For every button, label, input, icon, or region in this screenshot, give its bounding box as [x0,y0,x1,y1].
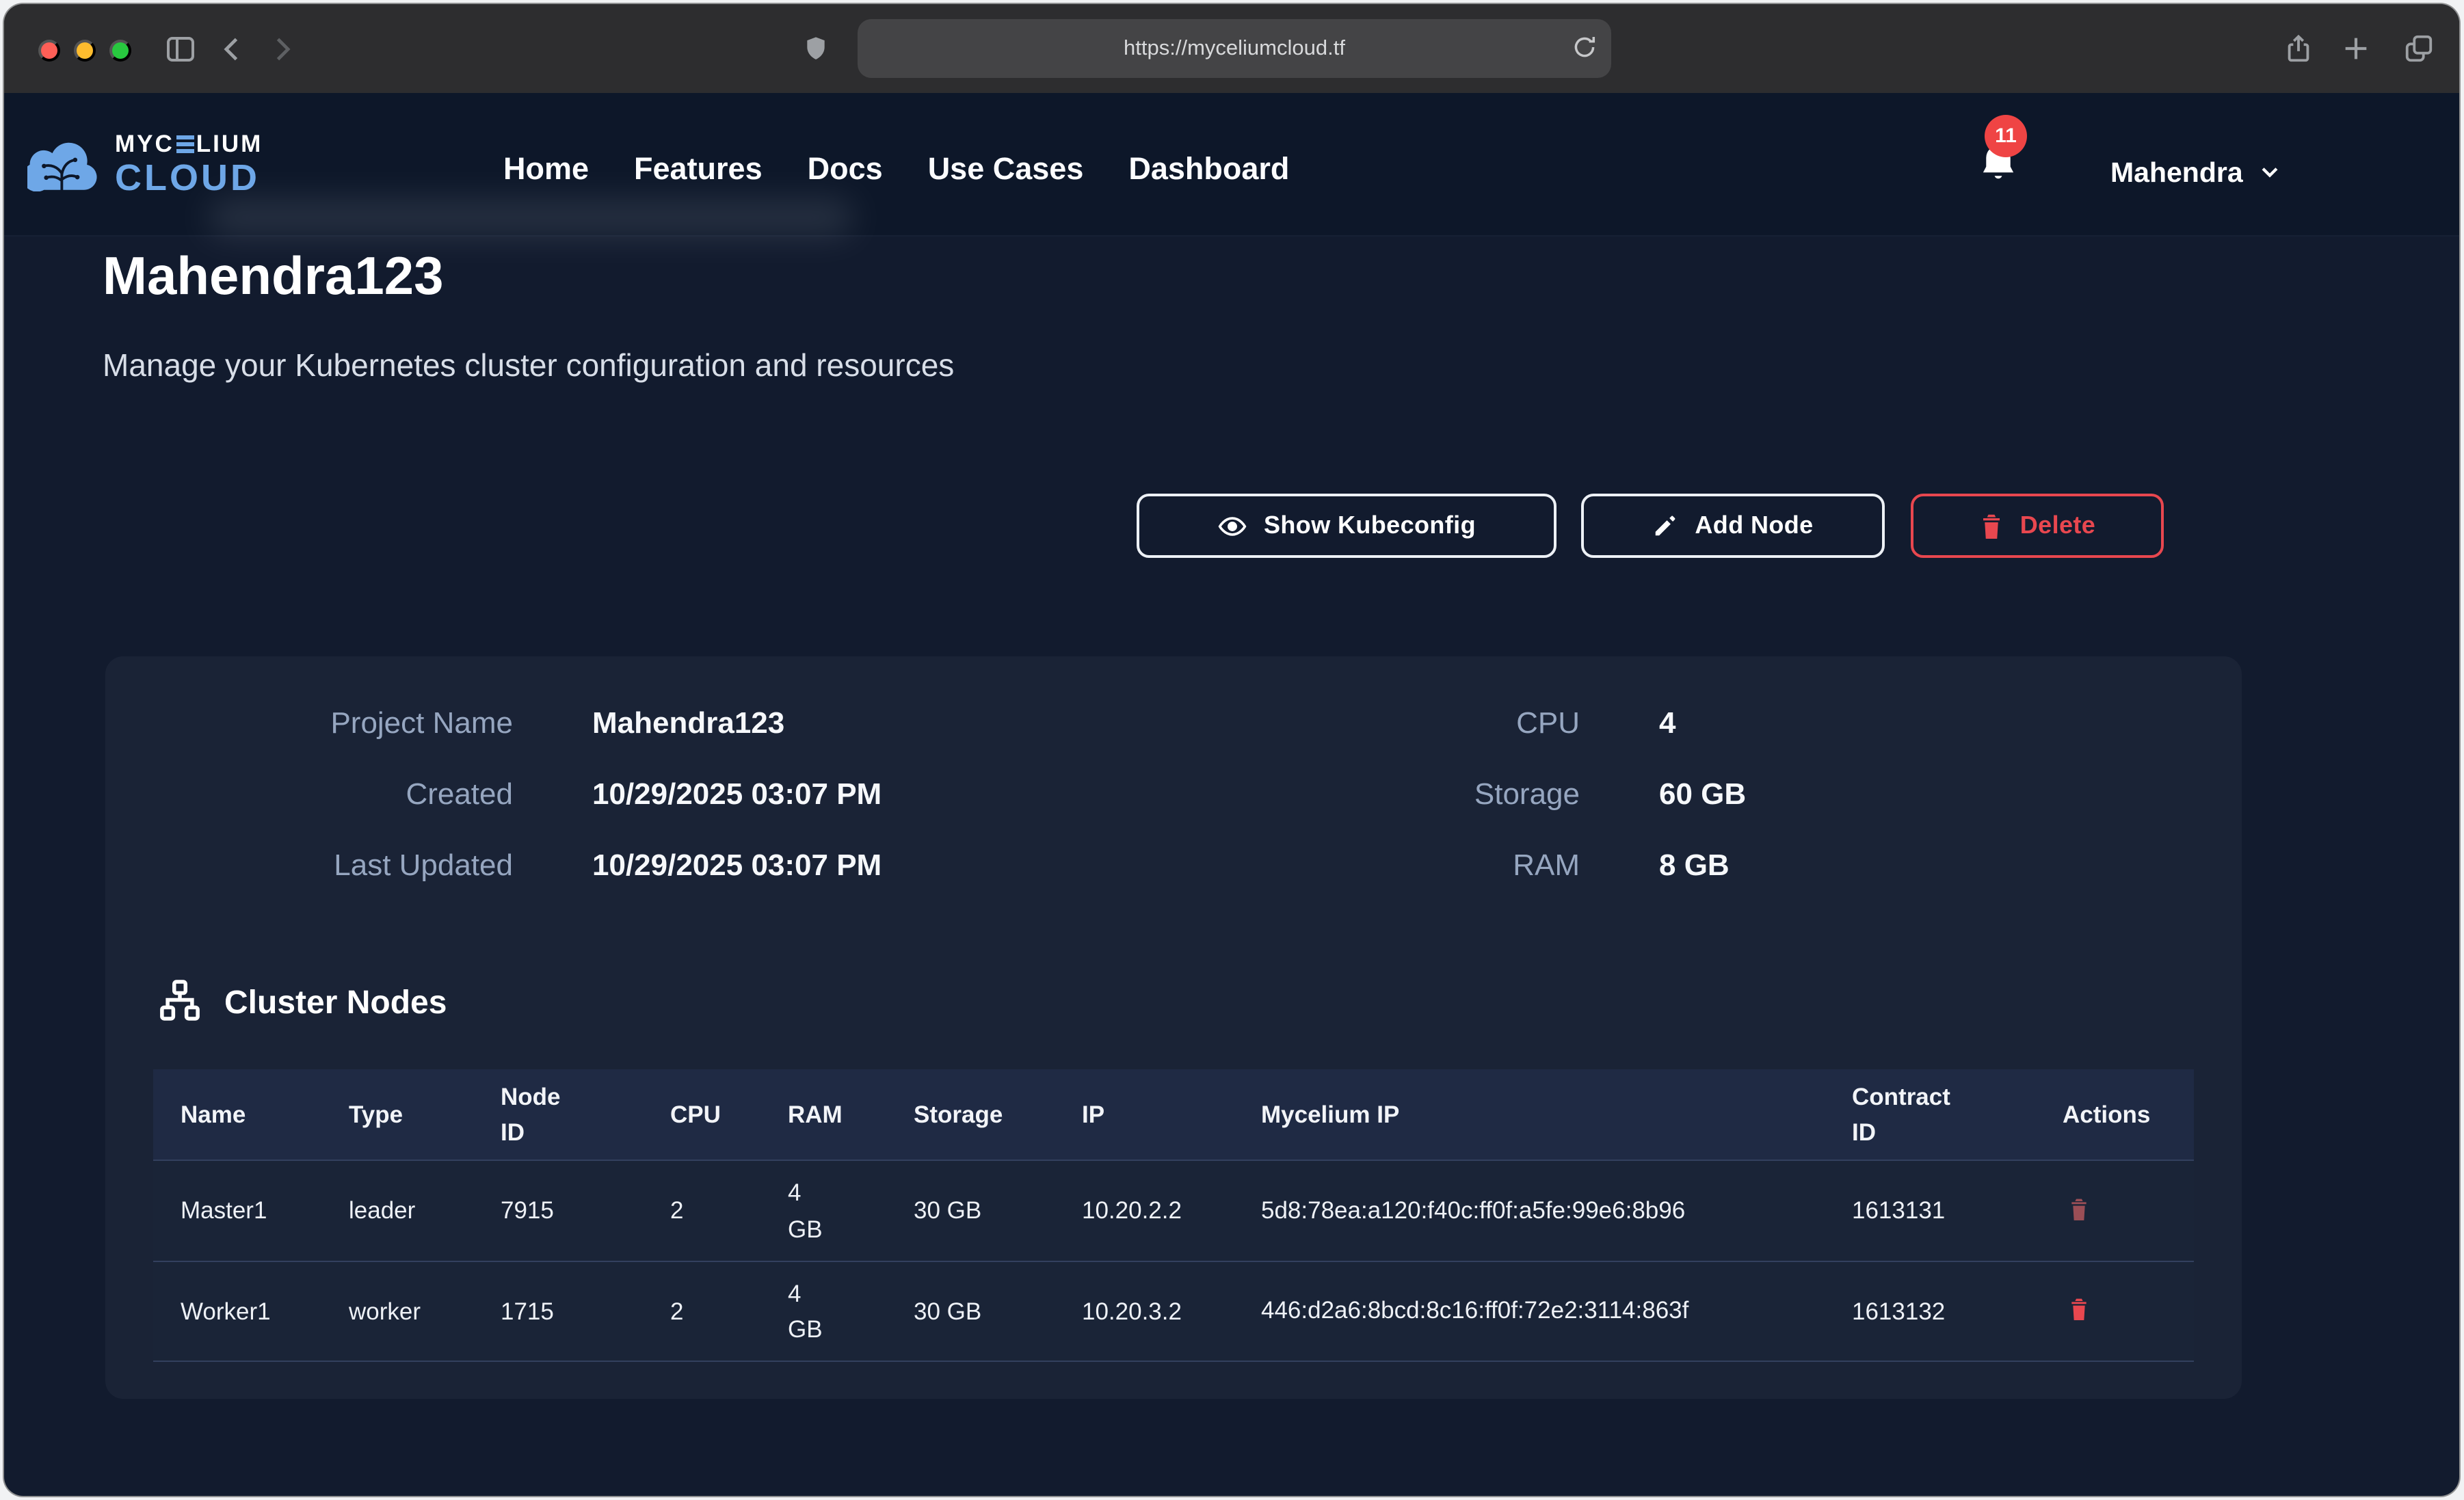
mycelium-cloud-logo-icon [27,139,98,191]
cell-contract-id: 1613131 [1852,1196,2063,1225]
cell-ip: 10.20.3.2 [1082,1297,1261,1326]
last-updated-value: 10/29/2025 03:07 PM [592,848,882,883]
add-node-label: Add Node [1695,511,1813,540]
last-updated-label: Last Updated [168,848,513,883]
cell-cpu: 2 [670,1297,788,1326]
pencil-icon [1652,513,1678,539]
brand-logo[interactable]: MYCLIUM CLOUD [27,131,263,198]
window-zoom-button[interactable] [109,40,131,62]
col-node-id: Node ID [501,1079,585,1151]
cell-type: leader [349,1196,501,1225]
cell-ram: 4 GB [788,1276,834,1348]
created-label: Created [168,777,513,812]
col-mycelium-ip: Mycelium IP [1261,1100,1852,1129]
cell-node-id: 7915 [501,1196,670,1225]
cell-name: Master1 [181,1196,349,1225]
sidebar-toggle-icon[interactable] [157,4,204,93]
cpu-value: 4 [1659,706,1676,741]
delete-node-icon[interactable] [2063,1194,2095,1227]
cell-name: Worker1 [181,1297,349,1326]
brand-line-mycelium: MYCLIUM [115,130,263,157]
delete-label: Delete [2020,511,2095,540]
blurred-title-smudge [209,200,852,235]
browser-chrome: https://myceliumcloud.tf [4,4,2459,93]
table-header-row: Name Type Node ID CPU RAM Storage IP Myc… [153,1069,2194,1160]
cell-ram: 4 GB [788,1175,834,1247]
reload-icon[interactable] [1570,33,1599,66]
show-kubeconfig-label: Show Kubeconfig [1264,511,1476,540]
new-tab-icon[interactable] [2332,4,2379,93]
cell-contract-id: 1613132 [1852,1297,2063,1326]
cell-storage: 30 GB [914,1196,1082,1225]
cell-mycelium-ip: 5d8:78ea:a120:f40c:ff0f:a5fe:99e6:8b96 [1261,1192,1712,1229]
cell-mycelium-ip: 446:d2a6:8bcd:8c16:ff0f:72e2:3114:863f [1261,1293,1712,1330]
window-close-button[interactable] [38,40,60,62]
cluster-nodes-heading: Cluster Nodes [157,978,447,1030]
col-actions: Actions [2063,1100,2194,1129]
main-nav: Home Features Docs Use Cases Dashboard [503,152,1289,187]
forward-icon[interactable] [261,4,302,93]
project-name-label: Project Name [168,706,513,741]
table-row: Master1 leader 7915 2 4 GB 30 GB 10.20.2… [153,1160,2194,1261]
cell-ip: 10.20.2.2 [1082,1196,1261,1225]
ram-label: RAM [1235,848,1580,883]
chevron-down-icon [2258,156,2281,191]
eye-icon [1217,511,1247,541]
storage-value: 60 GB [1659,777,1746,812]
privacy-shield-icon[interactable] [795,4,836,93]
address-bar[interactable]: https://myceliumcloud.tf [858,19,1611,78]
tab-overview-icon[interactable] [2395,4,2441,93]
window-minimize-button[interactable] [74,40,96,62]
add-node-button[interactable]: Add Node [1581,494,1885,558]
col-cpu: CPU [670,1100,788,1129]
nav-item-home[interactable]: Home [503,152,589,187]
col-contract-id: Contract ID [1852,1079,1967,1151]
url-text: https://myceliumcloud.tf [1124,36,1345,61]
nav-item-dashboard[interactable]: Dashboard [1128,152,1289,187]
brand-line-cloud: CLOUD [115,157,260,198]
cell-cpu: 2 [670,1196,788,1225]
delete-cluster-button[interactable]: Delete [1911,494,2164,558]
brand-wordmark: MYCLIUM CLOUD [115,131,263,198]
col-type: Type [349,1100,501,1129]
col-storage: Storage [914,1100,1082,1129]
back-icon[interactable] [212,4,253,93]
nav-item-features[interactable]: Features [634,152,763,187]
created-value: 10/29/2025 03:07 PM [592,777,882,812]
top-navbar: MYCLIUM CLOUD Home Features Docs Use Cas… [4,93,2459,237]
browser-window: https://myceliumcloud.tf Mahendra123 Man… [4,4,2459,1496]
cpu-label: CPU [1235,706,1580,741]
page-title: Mahendra123 [103,247,444,308]
stylized-e-icon [176,135,194,153]
nav-item-docs[interactable]: Docs [808,152,883,187]
show-kubeconfig-button[interactable]: Show Kubeconfig [1137,494,1556,558]
cluster-nodes-table: Name Type Node ID CPU RAM Storage IP Myc… [153,1069,2194,1362]
trash-icon [1979,512,2004,539]
screenshot-stage: https://myceliumcloud.tf Mahendra123 Man… [0,0,2464,1500]
project-name-value: Mahendra123 [592,706,784,741]
col-name: Name [181,1100,349,1129]
cell-type: worker [349,1297,501,1326]
ram-value: 8 GB [1659,848,1730,883]
user-name: Mahendra [2110,157,2243,190]
storage-label: Storage [1235,777,1580,812]
nav-item-use-cases[interactable]: Use Cases [928,152,1084,187]
share-icon[interactable] [2275,4,2321,93]
user-menu[interactable]: Mahendra [2110,156,2281,191]
page-subtitle: Manage your Kubernetes cluster configura… [103,347,954,384]
notification-count-badge: 11 [1985,115,2027,157]
col-ip: IP [1082,1100,1261,1129]
table-row: Worker1 worker 1715 2 4 GB 30 GB 10.20.3… [153,1261,2194,1362]
cell-storage: 30 GB [914,1297,1082,1326]
cluster-network-icon [157,978,202,1030]
cell-node-id: 1715 [501,1297,670,1326]
col-ram: RAM [788,1100,914,1129]
delete-node-icon[interactable] [2063,1295,2095,1328]
